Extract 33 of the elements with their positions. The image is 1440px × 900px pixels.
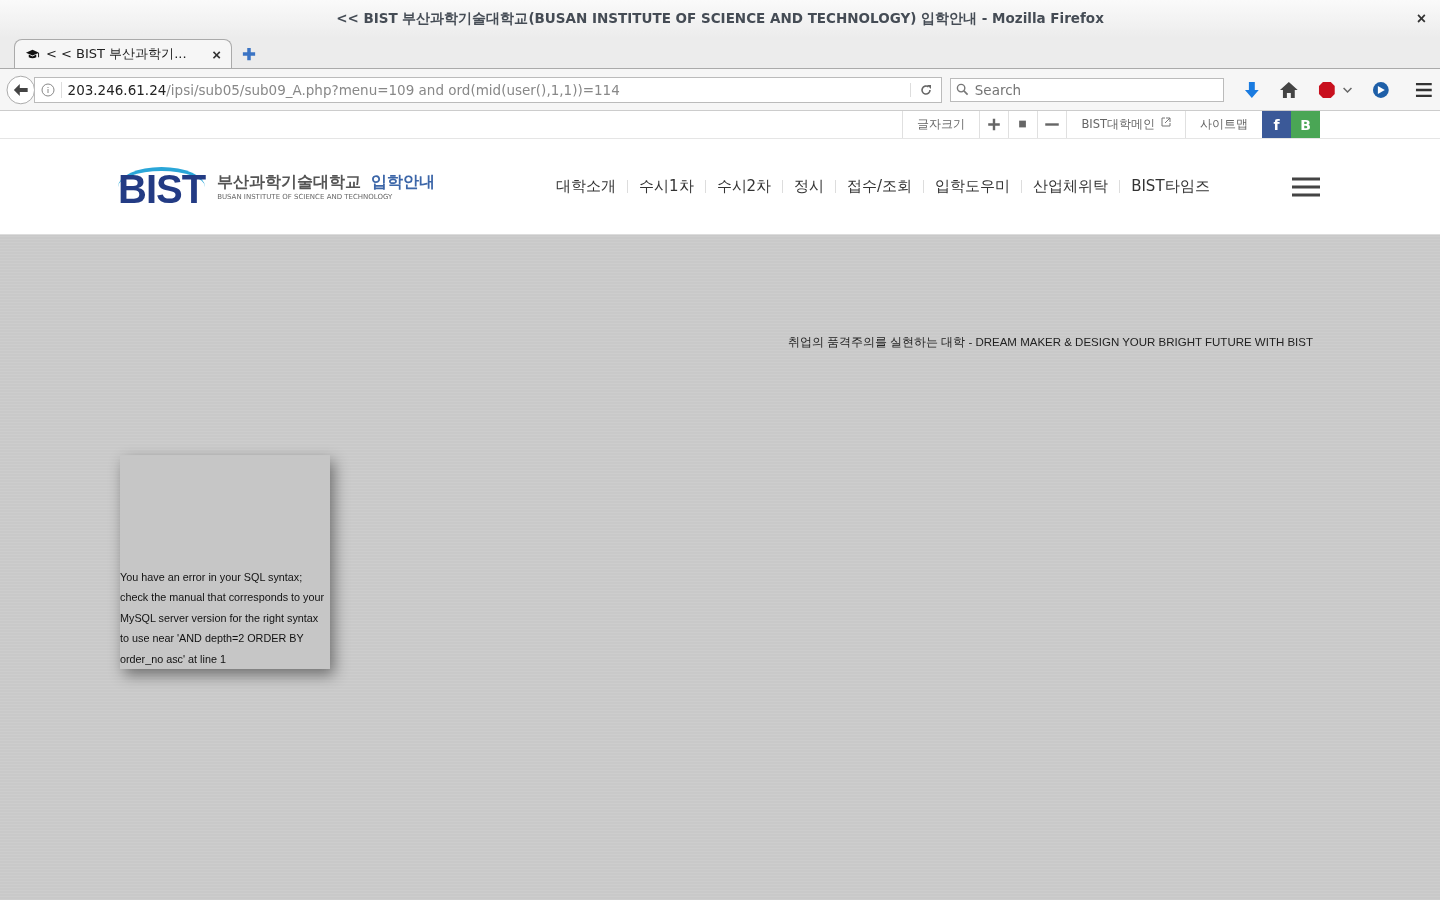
url-text: 203.246.61.24/ipsi/sub05/sub09_A.php?menu=109 and ord(mid(user(),1,1))=114 bbox=[60, 81, 904, 98]
font-size-label: 글자크기 bbox=[902, 111, 980, 138]
close-tab-button[interactable]: × bbox=[212, 45, 221, 63]
nav-link[interactable]: 정시 bbox=[794, 177, 825, 196]
search-icon bbox=[955, 82, 969, 96]
menu-icon[interactable] bbox=[1292, 175, 1320, 198]
utility-link[interactable]: BIST대학메인 bbox=[1066, 111, 1185, 138]
nav-link[interactable]: 대학소개 bbox=[556, 177, 616, 196]
reload-icon[interactable] bbox=[909, 82, 933, 97]
back-icon[interactable] bbox=[6, 74, 36, 105]
window-title: << BIST 부산과학기술대학교(BUSAN INSTITUTE OF SCIENCE AND TECHNOLOGY) 입학안내 - Mozilla Firefox bbox=[336, 10, 1104, 28]
browser-tab[interactable]: < < BIST 부산과학기... × bbox=[14, 39, 232, 68]
address-field[interactable]: 203.246.61.24/ipsi/sub05/sub09_A.php?menu=109 and ord(mid(user(),1,1))=114 bbox=[33, 76, 942, 103]
nav-link[interactable]: 수시1차 bbox=[639, 177, 694, 196]
university-name: 부산과학기술대학교 bbox=[217, 172, 362, 193]
nav-link[interactable]: 입학도우미 bbox=[935, 177, 1011, 196]
social-link[interactable]: f bbox=[1262, 111, 1291, 138]
search-field[interactable]: Search bbox=[949, 77, 1224, 102]
close-button[interactable]: × bbox=[1416, 10, 1426, 28]
nav-link[interactable]: 산업체위탁 bbox=[1033, 177, 1109, 196]
tab-title: < < BIST 부산과학기... bbox=[46, 45, 188, 63]
info-icon bbox=[40, 82, 55, 97]
nav-link[interactable]: 수시2차 bbox=[716, 177, 772, 196]
error-message: You have an error in your SQL syntax; check the manual that corresponds to your MySQL server version for the right syntax to use near 'AND depth=2 ORDER BY order_no asc' at line 1 bbox=[120, 569, 326, 667]
new-tab-icon[interactable] bbox=[242, 47, 256, 61]
external-link-icon bbox=[1161, 117, 1171, 127]
section-title: 입학안내 bbox=[371, 172, 436, 193]
logo-mark[interactable]: BIST bbox=[118, 166, 206, 207]
nav-link[interactable]: BIST타임즈 bbox=[1131, 177, 1210, 196]
home-icon[interactable] bbox=[1279, 79, 1300, 100]
slogan-text: 취업의 품격주의를 실현하는 대학 - DREAM MAKER & DESIGN YOUR BRIGHT FUTURE WITH BIST bbox=[787, 335, 1313, 350]
stop-sign-icon[interactable] bbox=[1317, 79, 1353, 100]
nav-link[interactable]: 접수/조회 bbox=[847, 177, 913, 196]
